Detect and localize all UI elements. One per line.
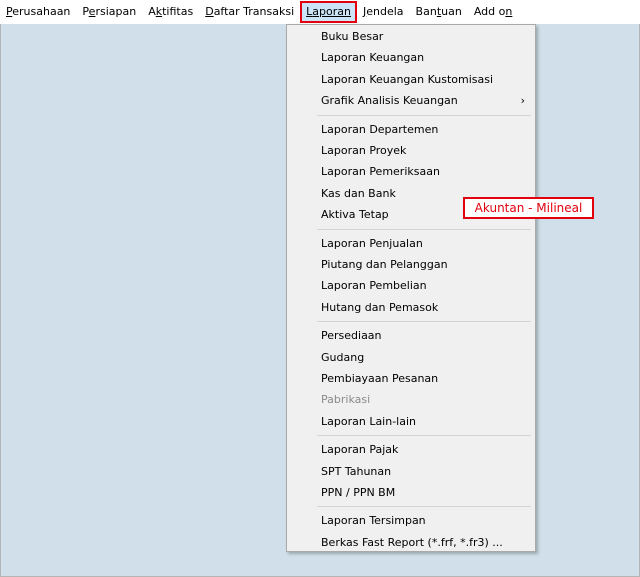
menu-separator xyxy=(317,321,531,323)
menu-item-grafik-analisis-keuangan[interactable]: Grafik Analisis Keuangan › xyxy=(287,90,535,111)
menu-item-piutang-dan-pelanggan[interactable]: Piutang dan Pelanggan xyxy=(287,254,535,275)
menu-item-laporan-lain-lain[interactable]: Laporan Lain-lain xyxy=(287,411,535,432)
menu-bantuan-pre: an xyxy=(423,5,437,18)
menu-item-label: Persediaan xyxy=(321,329,382,343)
menu-add-on[interactable]: Add on xyxy=(468,0,519,24)
menu-item-laporan-keuangan[interactable]: Laporan Keuangan xyxy=(287,47,535,68)
menu-add-on-key: n xyxy=(505,5,513,18)
menu-item-label: Buku Besar xyxy=(321,30,384,43)
menu-perusahaan-rest: erusahaan xyxy=(12,5,71,18)
menu-item-laporan-penjualan[interactable]: Laporan Penjualan xyxy=(287,233,535,254)
menu-item-label: Laporan Keuangan xyxy=(321,51,425,65)
menu-item-label: Laporan Tersimpan xyxy=(321,514,426,528)
menu-item-pabrikasi: Pabrikasi xyxy=(287,389,535,410)
menu-separator xyxy=(317,435,531,437)
menu-item-label: Hutang dan Pemasok xyxy=(321,300,439,314)
watermark-label: Akuntan - Milineal xyxy=(463,197,594,219)
laporan-dropdown-menu: Buku Besar Laporan Keuangan Laporan Keuang… xyxy=(286,24,536,552)
menu-item-berkas-fast-report-frf-fr3[interactable]: Berkas Fast Report (*.frf, *.fr3) ... xyxy=(287,532,535,553)
menu-item-laporan-pembelian[interactable]: Laporan Pembelian xyxy=(287,275,535,296)
menu-aktifitas-pre: A xyxy=(148,5,156,18)
menu-item-label: Berkas Fast Report (*.frf, *.fr3) ... xyxy=(321,535,503,549)
menu-daftar-transaksi-key: D xyxy=(205,5,214,18)
menu-separator xyxy=(317,228,531,230)
menu-item-label: Laporan Departemen xyxy=(321,122,439,136)
menu-daftar-transaksi-rest: aftar Transaksi xyxy=(213,5,295,18)
menu-persiapan[interactable]: Persiapan xyxy=(76,0,142,24)
menu-item-label: Grafik Analisis Keuangan xyxy=(321,94,458,108)
menu-separator xyxy=(317,114,531,116)
menu-item-buku-besar[interactable]: Buku Besar xyxy=(287,26,535,47)
menu-item-label: Kas dan Bank xyxy=(321,186,396,200)
menu-separator xyxy=(317,506,531,508)
menu-item-label: Laporan Penjualan xyxy=(321,236,423,250)
menu-item-label: Piutang dan Pelanggan xyxy=(321,258,448,271)
menu-bantuan-key: B xyxy=(415,5,424,18)
menu-item-laporan-departemen[interactable]: Laporan Departemen xyxy=(287,119,535,140)
menu-item-persediaan[interactable]: Persediaan xyxy=(287,325,535,346)
menu-perusahaan[interactable]: Perusahaan xyxy=(0,0,76,24)
menu-bantuan[interactable]: Bantuan xyxy=(410,0,468,24)
menu-item-label: Aktiva Tetap xyxy=(321,208,389,222)
menu-add-on-pre: Add o xyxy=(473,5,506,18)
menu-bar: Perusahaan Persiapan Aktifitas Daftar Tr… xyxy=(0,0,640,24)
menu-item-label: SPT Tahunan xyxy=(321,464,392,478)
menu-item-label: Laporan Pajak xyxy=(321,443,399,457)
menu-item-laporan-proyek[interactable]: Laporan Proyek xyxy=(287,140,535,161)
menu-item-label: Laporan Pembelian xyxy=(321,279,427,293)
menu-item-ppn-ppn-bm[interactable]: PPN / PPN BM xyxy=(287,482,535,503)
menu-aktifitas[interactable]: Aktifitas xyxy=(142,0,199,24)
submenu-arrow-icon: › xyxy=(520,94,525,108)
menu-item-label: PPN / PPN BM xyxy=(321,486,396,499)
menu-laporan-rest: aporan xyxy=(312,5,351,18)
menu-bantuan-rest: uan xyxy=(441,5,462,18)
menu-item-label: Laporan Lain-lain xyxy=(321,414,417,428)
menu-jendela-rest: endela xyxy=(366,5,404,18)
menu-item-label: Laporan Proyek xyxy=(321,144,407,157)
menu-item-laporan-pemeriksaan[interactable]: Laporan Pemeriksaan xyxy=(287,161,535,182)
menu-item-hutang-dan-pemasok[interactable]: Hutang dan Pemasok xyxy=(287,297,535,318)
menu-item-label: Gudang xyxy=(321,350,365,364)
menu-item-label: Pembiayaan Pesanan xyxy=(321,372,439,385)
menu-item-label: Pabrikasi xyxy=(321,393,371,407)
menu-laporan[interactable]: Laporan xyxy=(300,1,357,23)
menu-jendela[interactable]: Jendela xyxy=(357,0,410,24)
menu-item-gudang[interactable]: Gudang xyxy=(287,347,535,368)
menu-item-label: Laporan Pemeriksaan xyxy=(321,165,440,179)
menu-item-laporan-pajak[interactable]: Laporan Pajak xyxy=(287,439,535,460)
menu-daftar-transaksi[interactable]: Daftar Transaksi xyxy=(199,0,300,24)
menu-item-laporan-keuangan-kustomisasi[interactable]: Laporan Keuangan Kustomisasi xyxy=(287,69,535,90)
menu-item-label: Laporan Keuangan Kustomisasi xyxy=(321,72,494,86)
menu-aktifitas-rest: tifitas xyxy=(162,5,194,18)
menu-item-pembiayaan-pesanan[interactable]: Pembiayaan Pesanan xyxy=(287,368,535,389)
menu-item-laporan-tersimpan[interactable]: Laporan Tersimpan xyxy=(287,510,535,531)
menu-item-spt-tahunan[interactable]: SPT Tahunan xyxy=(287,461,535,482)
menu-persiapan-rest: rsiapan xyxy=(95,5,137,18)
